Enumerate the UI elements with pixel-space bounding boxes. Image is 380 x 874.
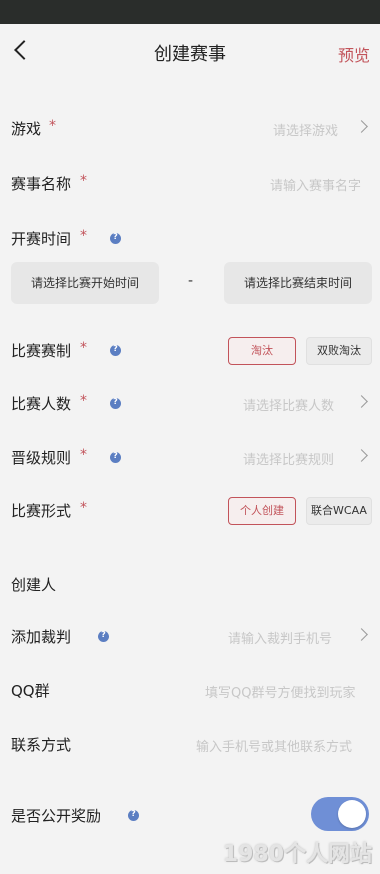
qq-group-row: QQ群 填写QQ群号方便找到玩家 <box>0 670 380 710</box>
page-title: 创建赛事 <box>154 44 226 65</box>
watermark: 1980个人网站 <box>222 842 372 867</box>
format-option-knockout[interactable]: 淘汰 <box>228 337 296 365</box>
mode-row: 比赛形式 * 个人创建 联合WCAA <box>0 490 380 530</box>
info-icon[interactable] <box>110 451 121 463</box>
referee-label: 添加裁判 <box>11 628 72 646</box>
chevron-right-icon <box>355 628 368 641</box>
qq-group-label: QQ群 <box>11 682 50 700</box>
required-mark: * <box>49 118 56 134</box>
preview-button[interactable]: 预览 <box>338 42 370 66</box>
chevron-right-icon <box>355 120 368 133</box>
chevron-right-icon <box>355 395 368 408</box>
format-option-double-elimination[interactable]: 双败淘汰 <box>306 337 372 365</box>
game-row[interactable]: 游戏 * 请选择游戏 <box>0 108 380 148</box>
header: 创建赛事 预览 <box>0 24 380 80</box>
event-name-label: 赛事名称 <box>11 175 72 193</box>
required-mark: * <box>80 500 87 516</box>
start-time-label: 开赛时间 <box>11 230 72 248</box>
start-time-button[interactable]: 请选择比赛开始时间 <box>11 262 159 304</box>
qq-group-input[interactable]: 填写QQ群号方便找到玩家 <box>205 682 355 701</box>
event-name-input[interactable]: 请输入赛事名字 <box>270 175 361 194</box>
public-reward-toggle[interactable] <box>311 797 369 831</box>
time-separator: - <box>188 273 194 289</box>
required-mark: * <box>80 173 87 189</box>
advance-rule-row[interactable]: 晋级规则 * 请选择比赛规则 <box>0 437 380 477</box>
required-mark: * <box>80 340 87 356</box>
info-icon[interactable] <box>128 809 139 821</box>
player-count-row[interactable]: 比赛人数 * 请选择比赛人数 <box>0 383 380 423</box>
contact-row: 联系方式 输入手机号或其他联系方式 <box>0 724 380 764</box>
player-count-label: 比赛人数 <box>11 395 72 413</box>
creator-label: 创建人 <box>11 576 57 594</box>
status-bar <box>0 0 380 24</box>
required-mark: * <box>80 393 87 409</box>
mode-option-wcaa[interactable]: 联合WCAA <box>306 497 372 525</box>
mode-label: 比赛形式 <box>11 502 72 520</box>
player-count-select[interactable]: 请选择比赛人数 <box>243 395 334 414</box>
event-name-row: 赛事名称 * 请输入赛事名字 <box>0 163 380 203</box>
public-reward-row: 是否公开奖励 <box>0 795 380 835</box>
end-time-button[interactable]: 请选择比赛结束时间 <box>224 262 372 304</box>
game-label: 游戏 <box>11 120 42 138</box>
info-icon[interactable] <box>98 630 109 642</box>
creator-row: 创建人 <box>0 564 380 604</box>
referee-row[interactable]: 添加裁判 请输入裁判手机号 <box>0 616 380 656</box>
chevron-right-icon <box>355 449 368 462</box>
start-time-row: 开赛时间 * <box>0 218 380 258</box>
required-mark: * <box>80 228 87 244</box>
info-icon[interactable] <box>110 344 121 356</box>
required-mark: * <box>80 447 87 463</box>
toggle-knob <box>338 800 366 828</box>
game-select[interactable]: 请选择游戏 <box>273 120 338 139</box>
advance-rule-label: 晋级规则 <box>11 449 72 467</box>
format-label: 比赛赛制 <box>11 342 72 360</box>
info-icon[interactable] <box>110 232 121 244</box>
public-reward-label: 是否公开奖励 <box>11 807 102 825</box>
contact-label: 联系方式 <box>11 736 72 754</box>
referee-input[interactable]: 请输入裁判手机号 <box>228 628 332 647</box>
advance-rule-select[interactable]: 请选择比赛规则 <box>243 449 334 468</box>
info-icon[interactable] <box>110 397 121 409</box>
format-row: 比赛赛制 * 淘汰 双败淘汰 <box>0 330 380 370</box>
contact-input[interactable]: 输入手机号或其他联系方式 <box>196 736 352 755</box>
mode-option-personal[interactable]: 个人创建 <box>228 497 296 525</box>
